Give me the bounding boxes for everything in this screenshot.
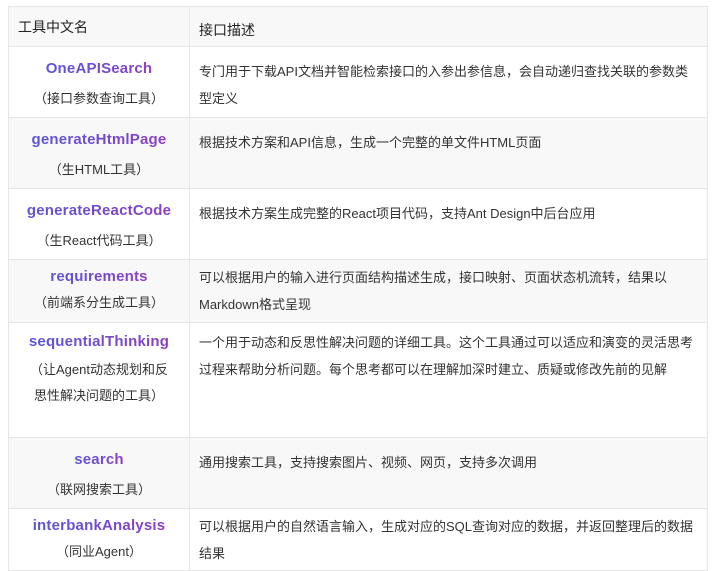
tool-description: 通用搜索工具，支持搜索图片、视频、网页，支持多次调用 [199, 455, 538, 470]
table-row: sequentialThinking （让Agent动态规划和反思性解决问题的工… [9, 323, 707, 438]
tool-chinese-name: （让Agent动态规划和反思性解决问题的工具） [30, 362, 168, 403]
tool-name: OneAPISearch [46, 58, 153, 80]
tool-name: generateHtmlPage [32, 129, 167, 151]
table-header-row: 工具中文名 接口描述 [9, 7, 707, 47]
tool-description: 根据技术方案生成完整的React项目代码，支持Ant Design中后台应用 [199, 206, 596, 221]
table-row: OneAPISearch （接口参数查询工具） 专门用于下载API文档并智能检索… [9, 47, 707, 118]
tool-name: generateReactCode [27, 200, 171, 222]
table-row: generateReactCode （生React代码工具） 根据技术方案生成完… [9, 189, 707, 260]
table-row: interbankAnalysis （同业Agent） 可以根据用户的自然语言输… [9, 509, 707, 571]
table-row: search （联网搜索工具） 通用搜索工具，支持搜索图片、视频、网页，支持多次… [9, 438, 707, 509]
tool-chinese-name: （生React代码工具） [36, 233, 162, 248]
header-description: 接口描述 [199, 22, 255, 38]
tool-name: requirements [50, 266, 147, 288]
tool-chinese-name: （同业Agent） [56, 544, 142, 559]
tool-description: 一个用于动态和反思性解决问题的详细工具。这个工具通过可以适应和演变的灵活思考过程… [199, 335, 694, 377]
tool-name: search [74, 449, 124, 471]
tool-name: sequentialThinking [29, 331, 169, 353]
tool-chinese-name: （前端系分生成工具） [33, 295, 164, 310]
tool-name: interbankAnalysis [33, 515, 166, 537]
table-row: generateHtmlPage （生HTML工具） 根据技术方案和API信息，… [9, 118, 707, 189]
tool-description: 专门用于下载API文档并智能检索接口的入参出参信息，会自动递归查找关联的参数类型… [199, 64, 688, 106]
tool-description: 可以根据用户的输入进行页面结构描述生成，接口映射、页面状态机流转，结果以Mark… [199, 270, 668, 312]
tools-table: 工具中文名 接口描述 OneAPISearch （接口参数查询工具） 专门用于下… [8, 6, 708, 571]
tool-description: 可以根据用户的自然语言输入，生成对应的SQL查询对应的数据，并返回整理后的数据结… [199, 519, 694, 561]
tool-chinese-name: （接口参数查询工具） [33, 91, 164, 106]
tool-description: 根据技术方案和API信息，生成一个完整的单文件HTML页面 [199, 135, 542, 150]
tool-chinese-name: （生HTML工具） [48, 162, 150, 177]
table-row: requirements （前端系分生成工具） 可以根据用户的输入进行页面结构描… [9, 260, 707, 323]
tool-chinese-name: （联网搜索工具） [46, 482, 151, 497]
header-tool-name: 工具中文名 [9, 7, 190, 46]
